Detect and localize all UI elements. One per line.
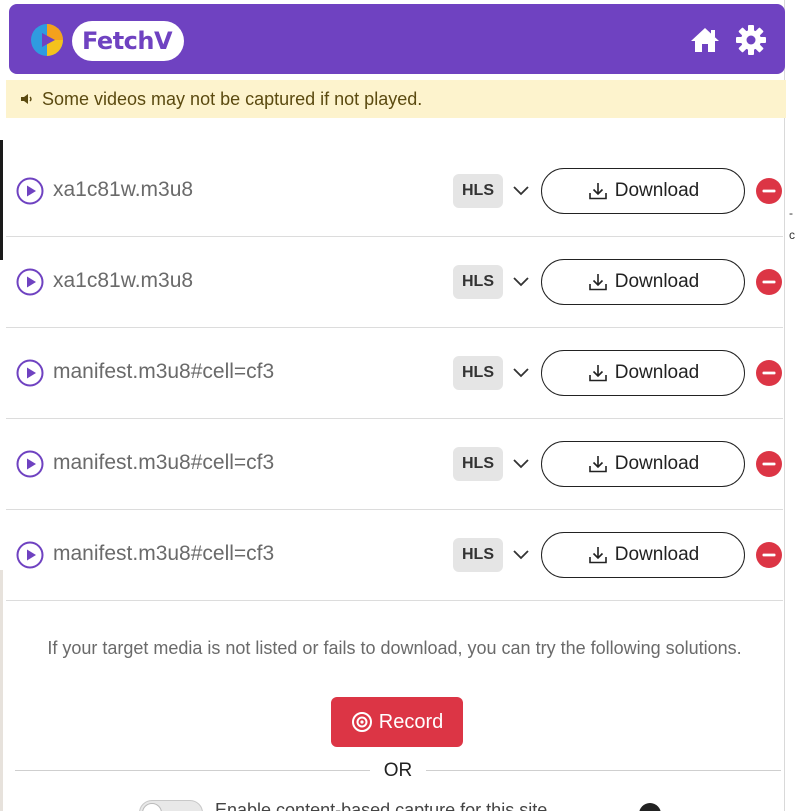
download-button[interactable]: Download bbox=[541, 441, 745, 487]
media-filename: manifest.m3u8#cell=cf3 bbox=[53, 542, 275, 565]
download-icon bbox=[588, 274, 607, 291]
media-filename: xa1c81w.m3u8 bbox=[53, 178, 194, 201]
record-label: Record bbox=[378, 710, 444, 733]
remove-icon[interactable] bbox=[755, 541, 783, 569]
download-label: Download bbox=[614, 271, 700, 292]
download-button[interactable]: Download bbox=[541, 350, 745, 396]
media-row: manifest.m3u8#cell=cf3 HLS Download bbox=[6, 510, 783, 601]
download-label: Download bbox=[614, 453, 700, 474]
play-icon[interactable] bbox=[16, 177, 44, 205]
download-label: Download bbox=[614, 544, 700, 565]
chevron-down-icon[interactable] bbox=[511, 362, 531, 382]
remove-icon[interactable] bbox=[755, 450, 783, 478]
chevron-down-icon[interactable] bbox=[511, 271, 531, 291]
format-badge: HLS bbox=[453, 174, 503, 208]
download-icon bbox=[588, 456, 607, 473]
background-glyph: c bbox=[789, 228, 795, 242]
format-badge: HLS bbox=[453, 356, 503, 390]
format-badge: HLS bbox=[453, 447, 503, 481]
logo-text: FetchV bbox=[82, 27, 173, 55]
play-icon[interactable] bbox=[16, 268, 44, 296]
download-icon bbox=[588, 547, 607, 564]
background-window-edge: - c bbox=[784, 0, 800, 811]
home-icon[interactable] bbox=[689, 24, 721, 56]
extension-popup: FetchV Some videos may not be captured i… bbox=[3, 0, 786, 811]
logo-badge: FetchV bbox=[72, 21, 185, 61]
remove-icon[interactable] bbox=[755, 359, 783, 387]
or-separator: OR bbox=[383, 760, 413, 781]
capture-notice: Some videos may not be captured if not p… bbox=[6, 80, 786, 118]
download-icon bbox=[588, 365, 607, 382]
media-row: manifest.m3u8#cell=cf3 HLS Download bbox=[6, 419, 783, 510]
record-button[interactable]: Record bbox=[331, 697, 463, 747]
download-label: Download bbox=[614, 362, 700, 383]
format-badge: HLS bbox=[453, 538, 503, 572]
record-icon bbox=[351, 712, 372, 732]
media-filename: xa1c81w.m3u8 bbox=[53, 269, 194, 292]
page: - c FetchV Some videos may not be captur… bbox=[0, 0, 800, 811]
fetchv-logo-icon bbox=[31, 24, 63, 56]
toggle-knob bbox=[142, 803, 162, 811]
background-glyph: - bbox=[789, 206, 793, 220]
download-icon bbox=[588, 183, 607, 200]
toggle-label: Enable content-based capture for this si… bbox=[215, 800, 548, 811]
chevron-down-icon[interactable] bbox=[511, 453, 531, 473]
media-row: manifest.m3u8#cell=cf3 HLS Download bbox=[6, 328, 783, 419]
remove-icon[interactable] bbox=[755, 177, 783, 205]
divider-line bbox=[15, 770, 370, 771]
help-text: If your target media is not listed or fa… bbox=[47, 638, 742, 658]
play-icon[interactable] bbox=[16, 359, 44, 387]
play-icon[interactable] bbox=[16, 541, 44, 569]
content-capture-toggle[interactable] bbox=[139, 800, 203, 811]
remove-icon[interactable] bbox=[755, 268, 783, 296]
media-filename: manifest.m3u8#cell=cf3 bbox=[53, 451, 275, 474]
format-badge: HLS bbox=[453, 265, 503, 299]
gear-icon[interactable] bbox=[735, 24, 767, 56]
download-button[interactable]: Download bbox=[541, 532, 745, 578]
header-bar: FetchV bbox=[9, 4, 785, 74]
info-icon[interactable] bbox=[639, 803, 661, 811]
download-button[interactable]: Download bbox=[541, 168, 745, 214]
chevron-down-icon[interactable] bbox=[511, 180, 531, 200]
media-row: xa1c81w.m3u8 HLS Download bbox=[6, 146, 783, 237]
download-label: Download bbox=[614, 180, 700, 201]
divider-line bbox=[426, 770, 781, 771]
play-icon[interactable] bbox=[16, 450, 44, 478]
media-row: xa1c81w.m3u8 HLS Download bbox=[6, 237, 783, 328]
notice-text: Some videos may not be captured if not p… bbox=[42, 88, 423, 109]
speaker-icon bbox=[21, 94, 32, 104]
chevron-down-icon[interactable] bbox=[511, 544, 531, 564]
media-filename: manifest.m3u8#cell=cf3 bbox=[53, 360, 275, 383]
download-button[interactable]: Download bbox=[541, 259, 745, 305]
